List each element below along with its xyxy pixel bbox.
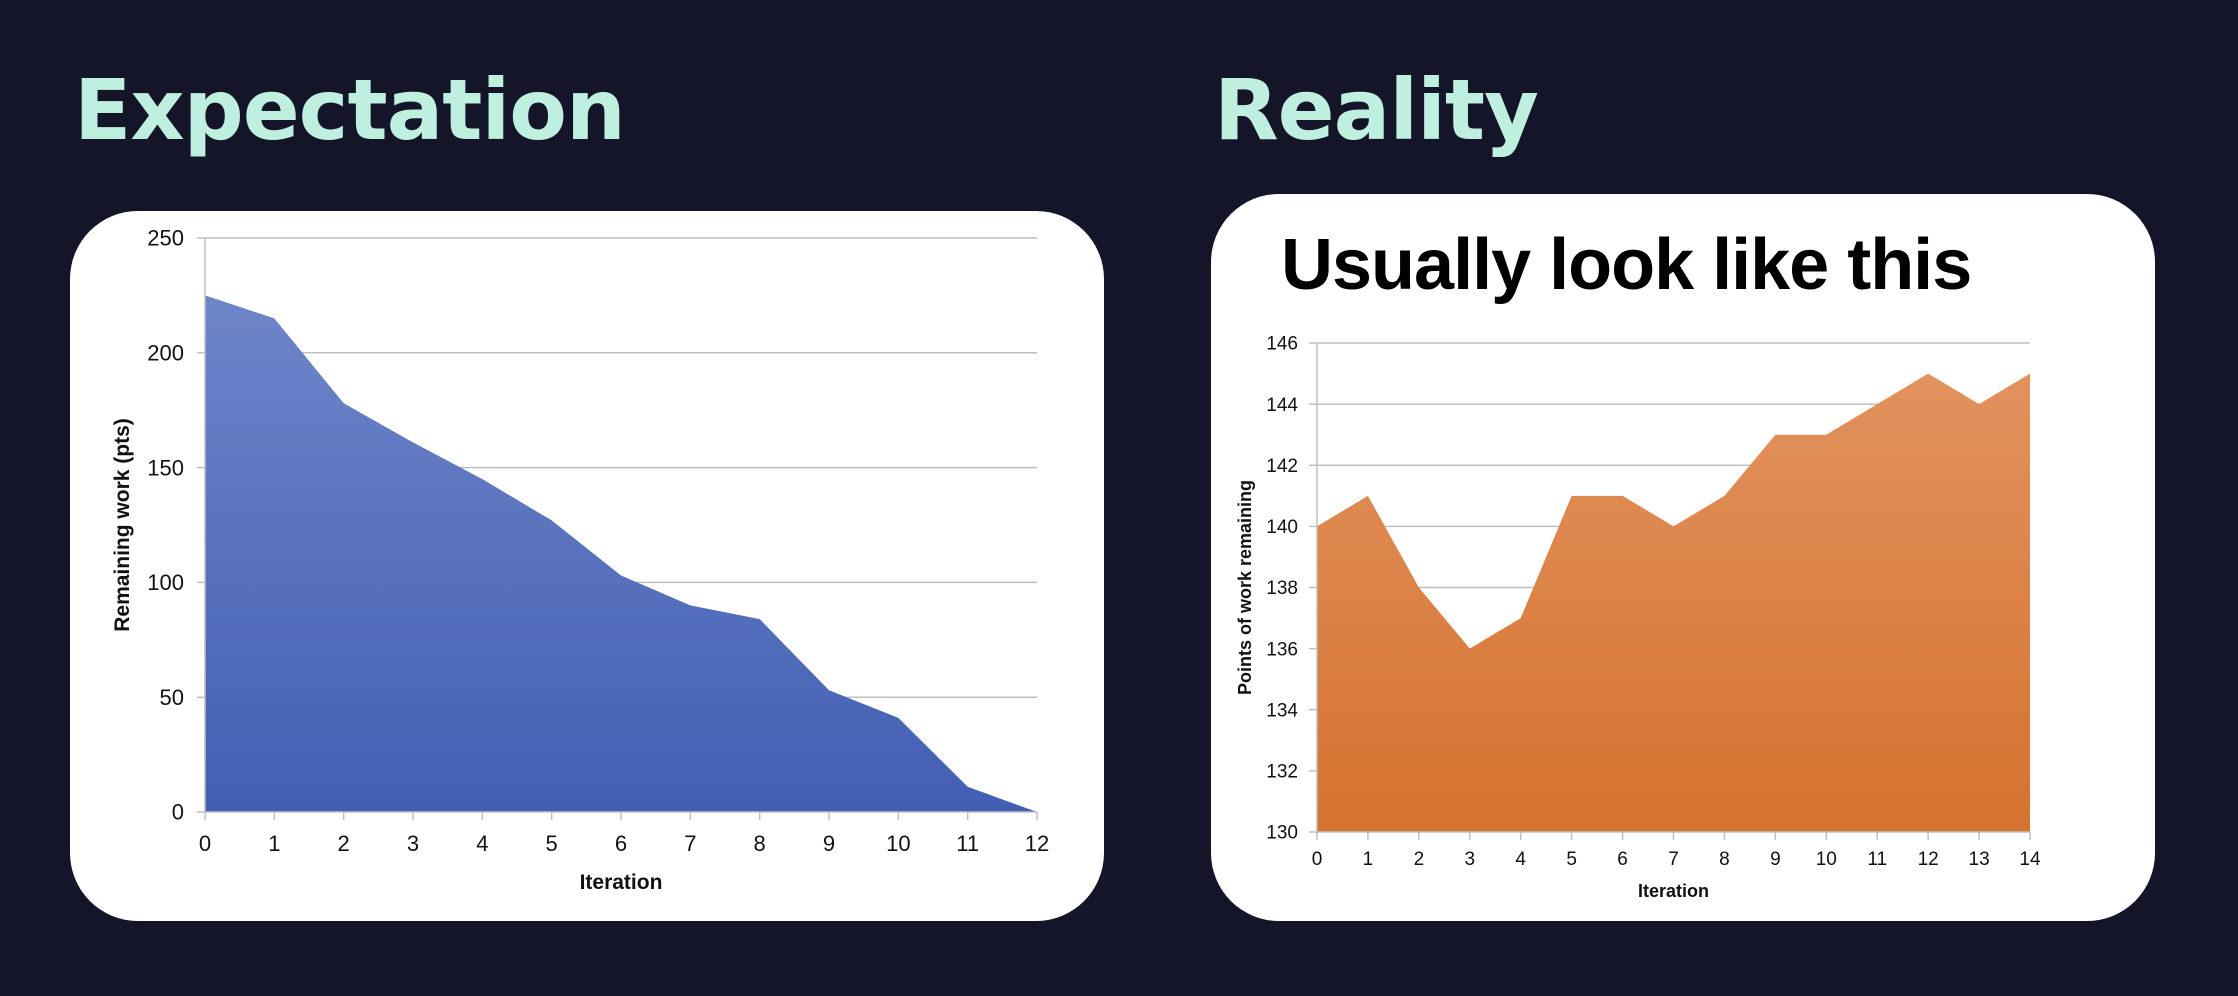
x-tick-label: 1 [268,831,280,856]
x-tick-label: 12 [1025,831,1049,856]
x-tick-label: 14 [2019,849,2041,870]
burndown-chart-reality: 1301321341361381401421441460 1 2 3 4 5 6 7 8 9 10 1… [1235,334,2041,901]
x-tick-label: 3 [1464,849,1475,870]
y-tick-label: 130 [1266,823,1298,844]
x-tick-label: 11 [956,831,979,856]
x-tick-label: 0 [199,831,211,856]
reality-chart-card: Usually look like this 130 132 134 136 138 14… [1211,194,2155,921]
reality-heading: Reality [1214,61,1539,159]
x-tick-label: 8 [754,831,766,856]
y-tick-label: 50 [160,685,184,710]
x-tick-label: 5 [1566,849,1577,870]
y-tick-label: 140 [1266,517,1298,538]
x-axis-title: Iteration [580,871,663,894]
y-tick-label: 136 [1266,639,1298,660]
x-tick-label: 12 [1918,849,1939,870]
x-tick-label: 0 [1312,849,1323,870]
x-tick-label: 1 [1363,849,1374,870]
x-tick-label: 7 [1668,849,1679,870]
x-tick-label: 8 [1719,849,1730,870]
y-tick-label: 0 [172,800,184,825]
expectation-heading: Expectation [74,61,626,159]
x-tick-label: 4 [476,831,488,856]
data-area [205,295,1037,812]
x-tick-label: 10 [886,831,910,856]
x-tick-label: 6 [615,831,627,856]
x-tick-label: 2 [1414,849,1425,870]
y-tick-label: 142 [1266,456,1298,477]
y-tick-label: 146 [1266,334,1298,355]
x-tick-label: 7 [684,831,696,856]
x-tick-label: 3 [407,831,419,856]
burndown-chart-expected: 0501001502002500 1 2 3 4 5 6 7 8 9 10 11 12Iteration… [111,226,1049,894]
x-tick-label: 6 [1617,849,1628,870]
x-tick-label: 5 [546,831,558,856]
y-axis-title: Remaining work (pts) [111,418,134,632]
y-tick-label: 200 [147,341,184,366]
expectation-chart-card: 0 50 100 150 200 250 0 1 2 3 4 5 6 7 8 9 10 11 12 Iteration… [70,211,1104,921]
x-tick-label: 13 [1969,849,1990,870]
x-axis-title: Iteration [1638,881,1709,901]
x-tick-label: 2 [338,831,350,856]
x-tick-label: 4 [1515,849,1526,870]
y-axis-title: Points of work remaining [1235,480,1255,695]
x-tick-label: 11 [1867,849,1887,870]
y-tick-label: 144 [1266,395,1298,416]
y-tick-label: 100 [147,570,184,595]
data-area [1317,373,2030,832]
y-tick-label: 250 [147,226,184,251]
x-tick-label: 9 [1770,849,1781,870]
x-tick-label: 10 [1816,849,1837,870]
x-tick-label: 9 [823,831,835,856]
y-tick-label: 138 [1266,578,1298,599]
y-tick-label: 150 [147,455,184,480]
y-tick-label: 132 [1266,762,1298,783]
y-tick-label: 134 [1266,700,1298,721]
